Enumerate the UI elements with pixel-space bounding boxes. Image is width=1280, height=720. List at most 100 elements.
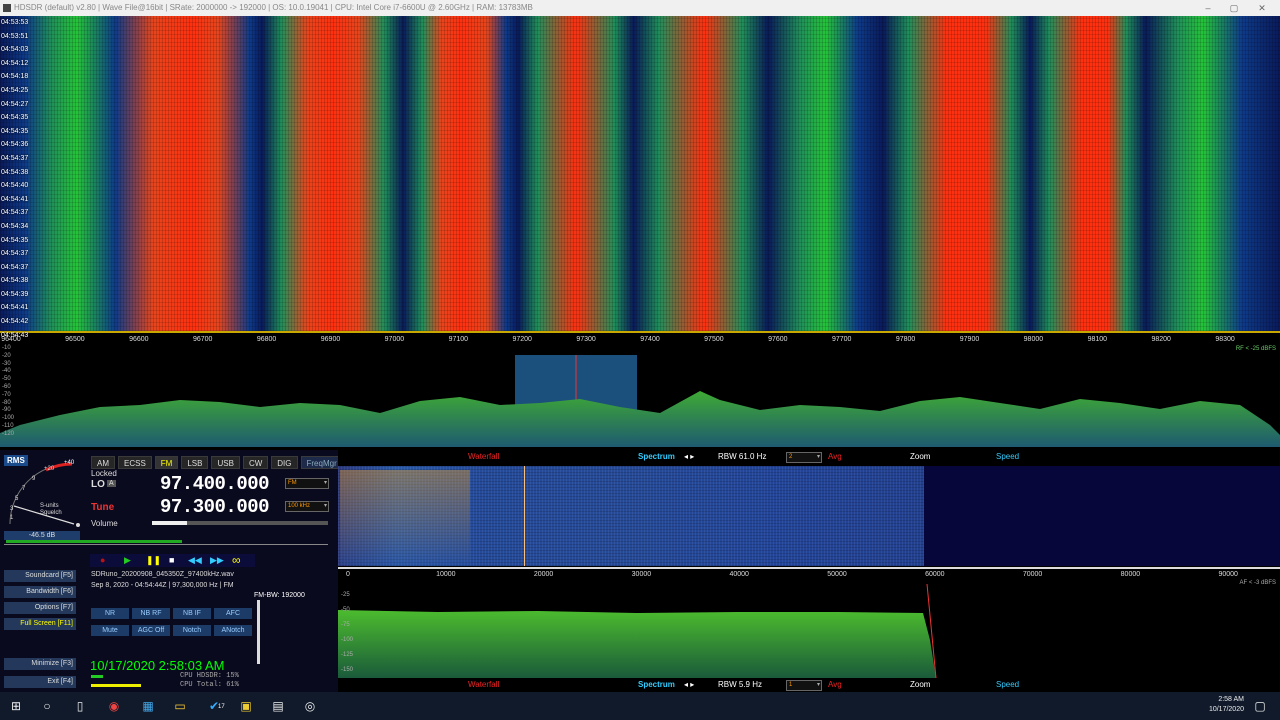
exit-button[interactable]: Exit [F4] <box>4 676 76 688</box>
app-icon-2[interactable]: ▦ <box>140 698 156 714</box>
stop-icon[interactable]: ■ <box>169 555 174 565</box>
level-readout-text: -46.5 dB <box>4 531 80 540</box>
waterfall-label-top[interactable]: Waterfall <box>468 452 499 461</box>
fullscreen-button[interactable]: Full Screen [F11] <box>4 618 76 630</box>
avg-label-top[interactable]: Avg <box>828 452 842 461</box>
freq-axis-label: 98200 <box>1151 336 1171 343</box>
options-button[interactable]: Options [F7] <box>4 602 76 614</box>
system-clock[interactable]: 2:58 AM 10/17/2020 <box>1209 695 1244 715</box>
mute-button[interactable]: Mute <box>91 625 129 636</box>
play-icon[interactable]: ▶ <box>124 555 131 566</box>
agc-button[interactable]: AGC Off <box>132 625 170 636</box>
pause-icon[interactable]: ❚❚ <box>146 555 161 566</box>
waterfall-time-label: 04:54:37 <box>1 250 29 258</box>
tune-frequency[interactable]: 97.300.000 <box>160 496 270 518</box>
waterfall-time-label: 04:53:51 <box>1 32 29 40</box>
squelch-slider[interactable] <box>6 540 182 543</box>
wav-file-name: SDRuno_20200908_045350Z_97400kHz.wav <box>91 571 234 578</box>
lo-frequency[interactable]: 97.400.000 <box>160 473 270 495</box>
record-icon[interactable]: ● <box>100 555 105 565</box>
meter-scale-20: +20 <box>44 466 55 472</box>
chrome-icon[interactable]: ◉ <box>106 698 122 714</box>
wav-player-controls: ● ▶ ❚❚ ■ ◀◀ ▶▶ ∞ <box>90 553 255 567</box>
nr-button[interactable]: NR <box>91 608 129 619</box>
close-button[interactable]: ✕ <box>1250 0 1274 16</box>
search-icon[interactable]: ○ <box>39 698 55 714</box>
af-spectrum[interactable]: -25 -50 -75 -100 -125 -150 AF < -3 dBFS <box>338 580 1280 678</box>
minimize-button[interactable]: – <box>1196 0 1220 16</box>
af-db-label: -50 <box>341 607 350 613</box>
waterfall-label-bottom[interactable]: Waterfall <box>468 680 499 689</box>
af-toolbar-top: Waterfall Spectrum ◂ ▸ RBW 61.0 Hz 2 Avg… <box>338 451 1280 463</box>
soundcard-button[interactable]: Soundcard [F5] <box>4 570 76 582</box>
notch-button[interactable]: Notch <box>173 625 211 636</box>
rbw-label-bottom[interactable]: RBW 5.9 Hz <box>718 680 762 689</box>
volume-slider[interactable] <box>152 521 328 525</box>
spectrum-label-bottom[interactable]: Spectrum <box>638 680 675 689</box>
nb-if-button[interactable]: NB IF <box>173 608 211 619</box>
mode-cw-button[interactable]: CW <box>242 456 269 469</box>
arrow-buttons-bottom[interactable]: ◂ ▸ <box>684 680 694 689</box>
tune-step-select[interactable]: 100 kHz <box>285 501 329 512</box>
title-bar[interactable]: HDSDR (default) v2.80 | Wave File@16bit … <box>0 0 1280 16</box>
af-volume-slider[interactable] <box>257 600 260 664</box>
mode-lsb-button[interactable]: LSB <box>181 456 209 469</box>
lo-mode-select[interactable]: FM <box>285 478 329 489</box>
mode-dig-button[interactable]: DIG <box>271 456 298 469</box>
main-waterfall[interactable] <box>0 16 1280 331</box>
waterfall-time-label: 04:54:38 <box>1 168 29 176</box>
speed-label-bottom[interactable]: Speed <box>996 680 1019 689</box>
mode-am-button[interactable]: AM <box>91 456 115 469</box>
af-db-label: -25 <box>341 592 350 598</box>
zoom-label-bottom[interactable]: Zoom <box>910 680 930 689</box>
freq-axis-label: 98000 <box>1023 336 1044 343</box>
afc-button[interactable]: AFC <box>214 608 252 619</box>
rewind-icon[interactable]: ◀◀ <box>188 555 202 566</box>
zoom-label-top[interactable]: Zoom <box>910 452 930 461</box>
lo-a-button[interactable]: A <box>107 480 116 487</box>
windows-start-icon[interactable]: ⊞ <box>8 698 24 714</box>
mode-fm-button[interactable]: FM <box>154 456 179 469</box>
rbw-label-top[interactable]: RBW 61.0 Hz <box>718 452 766 461</box>
freq-axis-label: 96800 <box>256 336 277 343</box>
freqmgr-button[interactable]: FreqMgr <box>300 456 343 469</box>
maximize-button[interactable]: ▢ <box>1222 0 1246 16</box>
mode-usb-button[interactable]: USB <box>211 456 240 469</box>
mode-ecss-button[interactable]: ECSS <box>118 456 152 469</box>
fast-forward-icon[interactable]: ▶▶ <box>210 555 224 566</box>
level-readout: -46.5 dB <box>4 531 328 545</box>
rms-button[interactable]: RMS <box>4 455 28 466</box>
rf-spectrum[interactable]: -10 -20 -30 -40 -50 -60 -70 -80 -90 -100 -110 -120 … <box>0 345 1280 447</box>
arrow-buttons-top[interactable]: ◂ ▸ <box>684 452 694 461</box>
freq-axis-label: 96700 <box>192 336 213 343</box>
rf-db-label: -40 <box>2 368 11 375</box>
notification-icon[interactable]: ▢ <box>1252 698 1268 714</box>
loop-icon[interactable]: ∞ <box>232 553 241 567</box>
freq-axis-label: 97000 <box>384 336 405 343</box>
avg-label-bottom[interactable]: Avg <box>828 680 842 689</box>
fm-bandwidth-label: FM-BW: 192000 <box>254 592 305 599</box>
speed-label-top[interactable]: Speed <box>996 452 1019 461</box>
spectrum-label-top[interactable]: Spectrum <box>638 452 675 461</box>
hdsdr-taskbar-icon[interactable]: ▤ <box>270 698 286 714</box>
waterfall-time-column: 04:53:53 04:53:51 04:54:03 04:54:12 04:54:18… <box>0 16 34 339</box>
locked-label[interactable]: Locked <box>91 469 117 478</box>
avg-select-top[interactable]: 2 <box>786 452 822 463</box>
file-explorer-icon[interactable]: ▭ <box>172 698 188 714</box>
app-icon-5[interactable]: ▣ <box>238 698 254 714</box>
window-title: HDSDR (default) v2.80 | Wave File@16bit … <box>14 3 533 12</box>
app-icon-7[interactable]: ◎ <box>302 698 318 714</box>
bandwidth-button[interactable]: Bandwidth [F6] <box>4 586 76 598</box>
af-axis-label: 50000 <box>827 571 847 578</box>
waterfall-time-label: 04:54:38 <box>1 277 29 285</box>
anotch-button[interactable]: ANotch <box>214 625 252 636</box>
task-view-icon[interactable]: ▯ <box>72 698 88 714</box>
rf-db-label: -110 <box>2 423 14 429</box>
nb-rf-button[interactable]: NB RF <box>132 608 170 619</box>
rf-frequency-axis[interactable]: 96400 96500 96600 96700 96800 96900 97000 97100… <box>0 331 1280 345</box>
avg-select-bottom[interactable]: 1 <box>786 680 822 691</box>
waterfall-time-label: 04:54:25 <box>1 86 29 94</box>
af-frequency-axis[interactable]: 0 10000 20000 30000 40000 50000 60000 70000 8000… <box>338 567 1280 579</box>
waterfall-time-label: 04:54:36 <box>1 141 29 149</box>
minimize-app-button[interactable]: Minimize [F3] <box>4 658 76 670</box>
